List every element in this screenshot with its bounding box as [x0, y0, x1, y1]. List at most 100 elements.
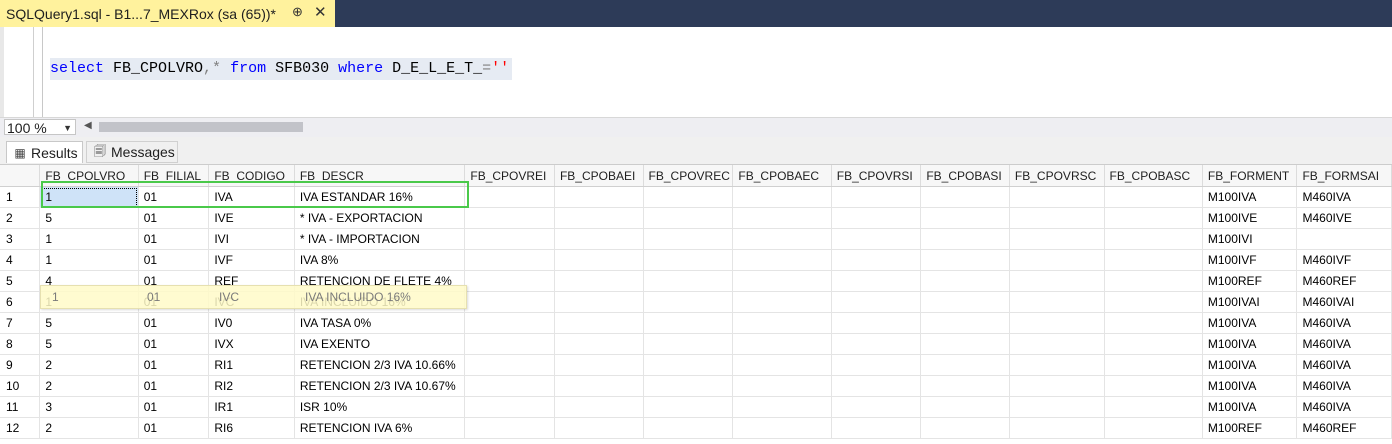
row-number[interactable]: 9: [0, 354, 41, 376]
grid-cell[interactable]: M100IVA: [1202, 396, 1298, 418]
grid-cell[interactable]: [643, 375, 734, 397]
horizontal-scrollbar-thumb[interactable]: [99, 122, 303, 132]
grid-cell[interactable]: [464, 186, 555, 208]
grid-cell[interactable]: [464, 291, 555, 313]
table-row[interactable]: 10 2 01 RI2 RETENCION 2/3 IVA 10.67% M100IVA M…: [0, 375, 1392, 397]
grid-cell[interactable]: 3: [39, 396, 139, 418]
grid-cell[interactable]: [464, 228, 555, 250]
grid-cell[interactable]: [732, 228, 832, 250]
grid-cell[interactable]: [464, 207, 555, 229]
table-row[interactable]: 9 2 01 RI1 RETENCION 2/3 IVA 10.66% M100IVA M4…: [0, 354, 1392, 376]
grid-cell[interactable]: RETENCION 2/3 IVA 10.66%: [294, 354, 466, 376]
grid-cell[interactable]: M100REF: [1202, 270, 1298, 292]
column-header[interactable]: FB_FILIAL: [138, 165, 210, 187]
grid-cell[interactable]: [554, 375, 644, 397]
row-number[interactable]: 2: [0, 207, 41, 229]
grid-cell[interactable]: [554, 312, 644, 334]
grid-cell[interactable]: 01: [138, 291, 210, 313]
grid-cell[interactable]: M100IVE: [1202, 207, 1298, 229]
grid-cell[interactable]: [464, 270, 555, 292]
table-row[interactable]: 7 5 01 IV0 IVA TASA 0% M100IVA M460IVA: [0, 312, 1392, 334]
grid-cell[interactable]: RI2: [208, 375, 295, 397]
grid-cell[interactable]: REF: [208, 270, 295, 292]
grid-cell[interactable]: [732, 249, 832, 271]
grid-cell[interactable]: M100IVA: [1202, 354, 1298, 376]
row-number[interactable]: 4: [0, 249, 41, 271]
grid-cell[interactable]: M460IVA: [1296, 396, 1392, 418]
grid-cell[interactable]: [732, 333, 832, 355]
grid-cell[interactable]: IVX: [208, 333, 295, 355]
grid-cell[interactable]: [732, 291, 832, 313]
grid-cell[interactable]: [464, 417, 555, 439]
grid-cell[interactable]: 01: [138, 207, 210, 229]
column-header[interactable]: FB_DESCR: [294, 165, 466, 187]
grid-cell[interactable]: [643, 312, 734, 334]
table-row[interactable]: 3 1 01 IVI * IVA - IMPORTACION M100IVI: [0, 228, 1392, 250]
grid-cell[interactable]: [831, 417, 922, 439]
grid-cell[interactable]: 2: [39, 375, 139, 397]
table-row[interactable]: 1 1 01 IVA IVA ESTANDAR 16% M100IVA M460IVA: [0, 186, 1392, 208]
grid-cell[interactable]: 5: [39, 333, 139, 355]
grid-cell[interactable]: 2: [39, 354, 139, 376]
grid-cell[interactable]: [920, 186, 1010, 208]
grid-cell[interactable]: [1009, 207, 1105, 229]
table-row[interactable]: 8 5 01 IVX IVA EXENTO M100IVA M460IVA: [0, 333, 1392, 355]
grid-cell[interactable]: [464, 249, 555, 271]
grid-cell[interactable]: M100IVA: [1202, 333, 1298, 355]
grid-cell[interactable]: 01: [138, 186, 210, 208]
grid-cell[interactable]: [1296, 228, 1392, 250]
grid-cell[interactable]: IVA INCLUIDO 16%: [294, 291, 466, 313]
grid-cell[interactable]: [554, 396, 644, 418]
grid-cell[interactable]: M100REF: [1202, 417, 1298, 439]
grid-cell[interactable]: [920, 333, 1010, 355]
grid-cell[interactable]: [920, 207, 1010, 229]
grid-cell[interactable]: [1104, 186, 1203, 208]
grid-cell[interactable]: RETENCION 2/3 IVA 10.67%: [294, 375, 466, 397]
grid-cell[interactable]: M460IVA: [1296, 333, 1392, 355]
grid-cell[interactable]: [554, 249, 644, 271]
grid-cell[interactable]: [920, 270, 1010, 292]
grid-cell[interactable]: M100IVA: [1202, 375, 1298, 397]
grid-cell[interactable]: [1009, 291, 1105, 313]
grid-cell[interactable]: [920, 291, 1010, 313]
row-number[interactable]: 10: [0, 375, 41, 397]
grid-cell[interactable]: [1104, 312, 1203, 334]
grid-cell[interactable]: M460IVF: [1296, 249, 1392, 271]
grid-cell[interactable]: [464, 375, 555, 397]
grid-cell[interactable]: M100IVI: [1202, 228, 1298, 250]
row-number[interactable]: 5: [0, 270, 41, 292]
grid-cell[interactable]: [1104, 228, 1203, 250]
zoom-dropdown[interactable]: 100 % ▼: [4, 119, 76, 136]
column-header[interactable]: FB_CPOVREI: [464, 165, 555, 187]
table-row[interactable]: 12 2 01 RI6 RETENCION IVA 6% M100REF M460REF: [0, 417, 1392, 439]
grid-cell[interactable]: [831, 228, 922, 250]
pin-icon[interactable]: ⊕: [292, 4, 303, 20]
grid-cell[interactable]: [643, 228, 734, 250]
grid-cell[interactable]: [732, 375, 832, 397]
grid-cell[interactable]: [732, 186, 832, 208]
tab-messages[interactable]: 🗐 Messages: [86, 141, 178, 163]
grid-cell[interactable]: [920, 417, 1010, 439]
grid-cell[interactable]: [554, 333, 644, 355]
grid-cell[interactable]: RI6: [208, 417, 295, 439]
grid-cell[interactable]: 1: [39, 228, 139, 250]
grid-cell[interactable]: M460IVE: [1296, 207, 1392, 229]
grid-cell[interactable]: 01: [138, 228, 210, 250]
grid-cell[interactable]: M100IVA: [1202, 312, 1298, 334]
grid-cell[interactable]: [732, 207, 832, 229]
grid-cell[interactable]: [643, 396, 734, 418]
column-header[interactable]: FB_FORMENT: [1202, 165, 1298, 187]
grid-cell[interactable]: [1009, 396, 1105, 418]
grid-cell[interactable]: 2: [39, 417, 139, 439]
grid-cell[interactable]: [1104, 207, 1203, 229]
grid-cell[interactable]: [831, 207, 922, 229]
grid-cell[interactable]: [831, 375, 922, 397]
grid-cell[interactable]: [920, 249, 1010, 271]
grid-cell[interactable]: [732, 270, 832, 292]
row-number[interactable]: 11: [0, 396, 41, 418]
column-header[interactable]: FB_CPOVREC: [643, 165, 734, 187]
grid-cell[interactable]: [831, 291, 922, 313]
grid-cell[interactable]: [464, 312, 555, 334]
grid-cell[interactable]: IVI: [208, 228, 295, 250]
grid-cell[interactable]: 01: [138, 375, 210, 397]
